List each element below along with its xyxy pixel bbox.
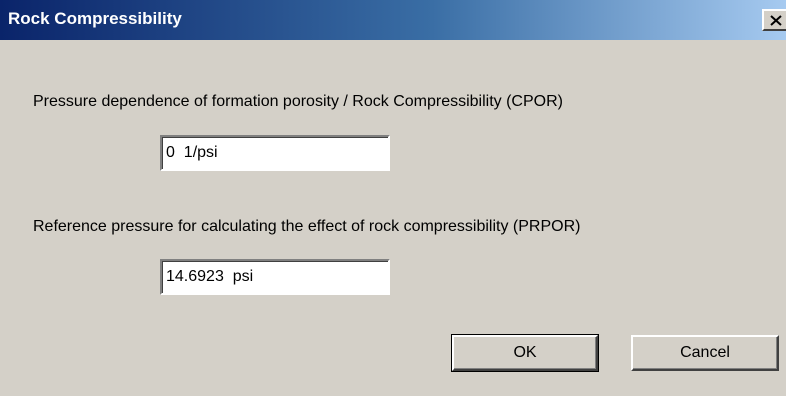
cpor-input[interactable] bbox=[160, 135, 390, 171]
close-icon bbox=[770, 15, 782, 26]
window-title: Rock Compressibility bbox=[8, 9, 182, 28]
prpor-label: Reference pressure for calculating the e… bbox=[33, 218, 581, 235]
prpor-input[interactable] bbox=[160, 259, 390, 295]
cpor-label: Pressure dependence of formation porosit… bbox=[33, 93, 563, 110]
title-bar[interactable]: Rock Compressibility bbox=[0, 0, 786, 40]
close-button[interactable] bbox=[762, 9, 786, 31]
rock-compressibility-dialog: Rock Compressibility Pressure dependence… bbox=[0, 0, 786, 396]
ok-button[interactable]: OK bbox=[451, 334, 599, 372]
cancel-button[interactable]: Cancel bbox=[631, 335, 779, 371]
